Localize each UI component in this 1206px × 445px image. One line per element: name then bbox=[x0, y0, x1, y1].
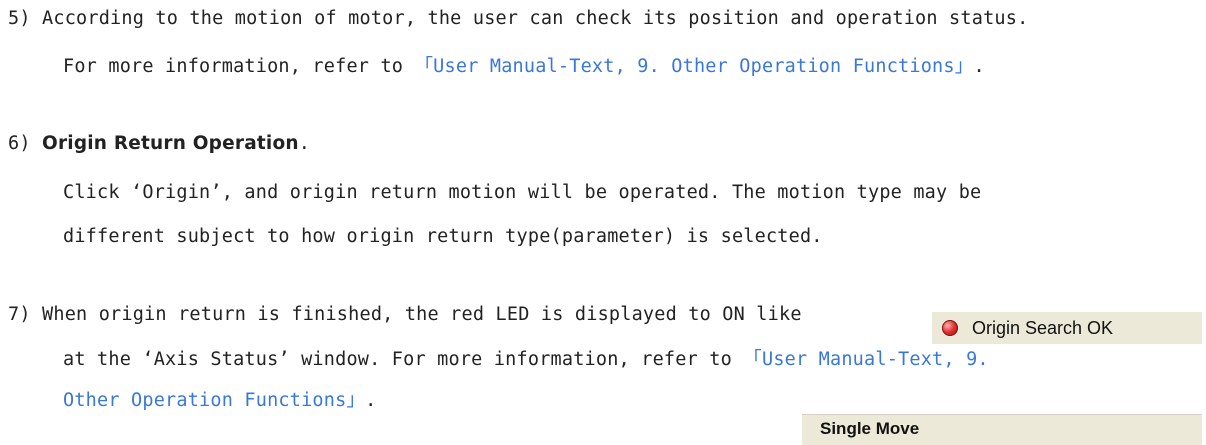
step7-line1: 7) When origin return is finished, the r… bbox=[8, 304, 802, 325]
step6-line3: different subject to how origin return t… bbox=[63, 226, 823, 247]
user-manual-link[interactable]: 「User Manual-Text, 9. bbox=[743, 349, 988, 370]
step6-line2: Click ‘Origin’, and origin return motion… bbox=[63, 182, 982, 203]
step5-line2: For more information, refer to 「User Man… bbox=[63, 56, 985, 78]
step7-line3: Other Operation Functions」. bbox=[63, 390, 377, 412]
origin-search-label: Origin Search OK bbox=[972, 317, 1114, 338]
section-heading: Origin Return Operation bbox=[42, 133, 299, 154]
step5-line2-suffix: . bbox=[973, 56, 985, 77]
origin-search-status: Origin Search OK bbox=[932, 312, 1202, 344]
step5-line1: 5) According to the motion of motor, the… bbox=[8, 8, 1029, 29]
step7-line2-prefix: at the ‘Axis Status’ window. For more in… bbox=[63, 349, 744, 370]
user-manual-link[interactable]: 「User Manual-Text, 9. Other Operation Fu… bbox=[414, 56, 973, 77]
panel-title: Single Move bbox=[820, 419, 920, 438]
step6-heading-suffix: . bbox=[298, 133, 311, 154]
step5-line2-prefix: For more information, refer to bbox=[63, 56, 415, 77]
step6-heading: 6) Origin Return Operation. bbox=[8, 133, 310, 155]
user-manual-link-continued[interactable]: Other Operation Functions」 bbox=[63, 390, 365, 411]
single-move-panel: Single Move bbox=[802, 414, 1202, 445]
step7-line3-suffix: . bbox=[365, 390, 377, 411]
step6-number: 6) bbox=[8, 133, 31, 154]
step7-line2: at the ‘Axis Status’ window. For more in… bbox=[63, 349, 989, 371]
red-led-icon bbox=[942, 320, 958, 336]
